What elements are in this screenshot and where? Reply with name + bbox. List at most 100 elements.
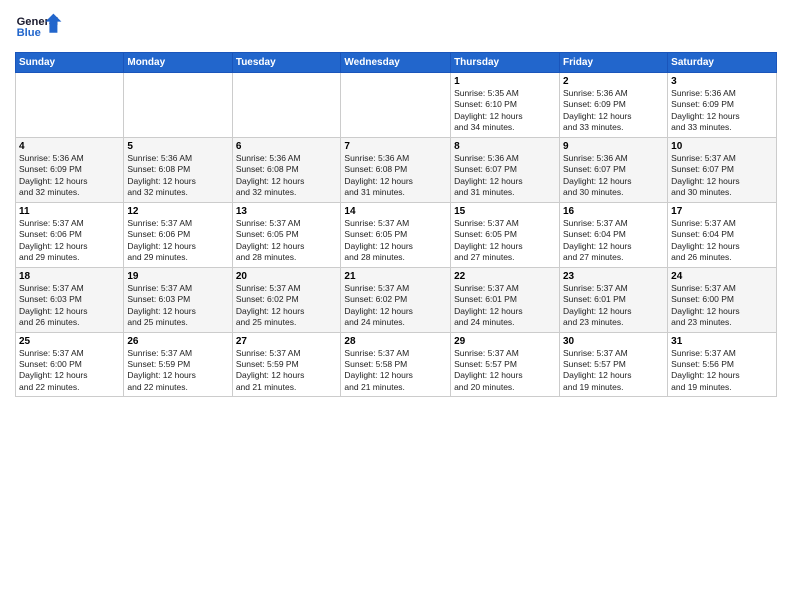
day-number: 31	[671, 336, 773, 347]
calendar-cell: 4Sunrise: 5:36 AM Sunset: 6:09 PM Daylig…	[16, 137, 124, 202]
day-info: Sunrise: 5:37 AM Sunset: 5:57 PM Dayligh…	[563, 348, 664, 394]
day-info: Sunrise: 5:36 AM Sunset: 6:09 PM Dayligh…	[19, 153, 120, 199]
day-info: Sunrise: 5:37 AM Sunset: 6:02 PM Dayligh…	[236, 283, 338, 329]
calendar-cell: 28Sunrise: 5:37 AM Sunset: 5:58 PM Dayli…	[341, 332, 451, 397]
weekday-header-thursday: Thursday	[451, 53, 560, 73]
day-info: Sunrise: 5:37 AM Sunset: 6:03 PM Dayligh…	[127, 283, 228, 329]
calendar-cell: 26Sunrise: 5:37 AM Sunset: 5:59 PM Dayli…	[124, 332, 232, 397]
calendar-cell: 27Sunrise: 5:37 AM Sunset: 5:59 PM Dayli…	[232, 332, 341, 397]
day-number: 5	[127, 141, 228, 152]
day-number: 10	[671, 141, 773, 152]
day-info: Sunrise: 5:37 AM Sunset: 6:01 PM Dayligh…	[454, 283, 556, 329]
calendar-cell: 13Sunrise: 5:37 AM Sunset: 6:05 PM Dayli…	[232, 202, 341, 267]
day-number: 28	[344, 336, 447, 347]
week-row-2: 4Sunrise: 5:36 AM Sunset: 6:09 PM Daylig…	[16, 137, 777, 202]
calendar-cell: 3Sunrise: 5:36 AM Sunset: 6:09 PM Daylig…	[668, 73, 777, 138]
day-info: Sunrise: 5:36 AM Sunset: 6:08 PM Dayligh…	[127, 153, 228, 199]
weekday-header-wednesday: Wednesday	[341, 53, 451, 73]
week-row-4: 18Sunrise: 5:37 AM Sunset: 6:03 PM Dayli…	[16, 267, 777, 332]
day-info: Sunrise: 5:37 AM Sunset: 5:59 PM Dayligh…	[236, 348, 338, 394]
calendar-cell: 6Sunrise: 5:36 AM Sunset: 6:08 PM Daylig…	[232, 137, 341, 202]
page: General Blue SundayMondayTuesdayWednesda…	[0, 0, 792, 612]
day-number: 12	[127, 206, 228, 217]
calendar-cell: 31Sunrise: 5:37 AM Sunset: 5:56 PM Dayli…	[668, 332, 777, 397]
calendar-cell	[124, 73, 232, 138]
week-row-1: 1Sunrise: 5:35 AM Sunset: 6:10 PM Daylig…	[16, 73, 777, 138]
weekday-header-friday: Friday	[560, 53, 668, 73]
day-info: Sunrise: 5:37 AM Sunset: 6:05 PM Dayligh…	[454, 218, 556, 264]
day-info: Sunrise: 5:37 AM Sunset: 6:02 PM Dayligh…	[344, 283, 447, 329]
day-info: Sunrise: 5:37 AM Sunset: 5:56 PM Dayligh…	[671, 348, 773, 394]
day-info: Sunrise: 5:37 AM Sunset: 6:01 PM Dayligh…	[563, 283, 664, 329]
weekday-header-row: SundayMondayTuesdayWednesdayThursdayFrid…	[16, 53, 777, 73]
day-info: Sunrise: 5:36 AM Sunset: 6:09 PM Dayligh…	[563, 88, 664, 134]
day-info: Sunrise: 5:37 AM Sunset: 6:07 PM Dayligh…	[671, 153, 773, 199]
calendar-cell	[232, 73, 341, 138]
calendar-cell	[341, 73, 451, 138]
day-number: 17	[671, 206, 773, 217]
day-info: Sunrise: 5:37 AM Sunset: 5:58 PM Dayligh…	[344, 348, 447, 394]
day-info: Sunrise: 5:37 AM Sunset: 6:00 PM Dayligh…	[19, 348, 120, 394]
day-info: Sunrise: 5:36 AM Sunset: 6:08 PM Dayligh…	[236, 153, 338, 199]
calendar-cell: 11Sunrise: 5:37 AM Sunset: 6:06 PM Dayli…	[16, 202, 124, 267]
day-info: Sunrise: 5:37 AM Sunset: 5:57 PM Dayligh…	[454, 348, 556, 394]
header: General Blue	[15, 10, 777, 46]
logo-icon: General Blue	[15, 10, 63, 46]
day-info: Sunrise: 5:37 AM Sunset: 6:04 PM Dayligh…	[671, 218, 773, 264]
day-number: 25	[19, 336, 120, 347]
day-info: Sunrise: 5:37 AM Sunset: 6:03 PM Dayligh…	[19, 283, 120, 329]
day-number: 9	[563, 141, 664, 152]
calendar-cell: 7Sunrise: 5:36 AM Sunset: 6:08 PM Daylig…	[341, 137, 451, 202]
calendar-table: SundayMondayTuesdayWednesdayThursdayFrid…	[15, 52, 777, 397]
week-row-3: 11 Sunrise: 5:37 AM Sunset: 6:06 PM Dayli…	[16, 202, 777, 267]
day-number: 4	[19, 141, 120, 152]
calendar-cell: 2Sunrise: 5:36 AM Sunset: 6:09 PM Daylig…	[560, 73, 668, 138]
day-number: 11	[19, 206, 120, 217]
day-info: Sunrise: 5:36 AM Sunset: 6:08 PM Dayligh…	[344, 153, 447, 199]
day-number: 30	[563, 336, 664, 347]
day-number: 27	[236, 336, 338, 347]
weekday-header-monday: Monday	[124, 53, 232, 73]
svg-text:Blue: Blue	[17, 27, 41, 39]
calendar-cell: 10Sunrise: 5:37 AM Sunset: 6:07 PM Dayli…	[668, 137, 777, 202]
day-number: 20	[236, 271, 338, 282]
day-number: 13	[236, 206, 338, 217]
calendar-cell: 15Sunrise: 5:37 AM Sunset: 6:05 PM Dayli…	[451, 202, 560, 267]
day-number: 22	[454, 271, 556, 282]
day-info: Sunrise: 5:37 AM Sunset: 6:00 PM Dayligh…	[671, 283, 773, 329]
calendar-cell: 18Sunrise: 5:37 AM Sunset: 6:03 PM Dayli…	[16, 267, 124, 332]
calendar-cell: 19Sunrise: 5:37 AM Sunset: 6:03 PM Dayli…	[124, 267, 232, 332]
calendar-cell: 23Sunrise: 5:37 AM Sunset: 6:01 PM Dayli…	[560, 267, 668, 332]
calendar-cell: 25Sunrise: 5:37 AM Sunset: 6:00 PM Dayli…	[16, 332, 124, 397]
calendar-cell: 24Sunrise: 5:37 AM Sunset: 6:00 PM Dayli…	[668, 267, 777, 332]
day-number: 16	[563, 206, 664, 217]
day-info: Sunrise: 5:37 AM Sunset: 6:04 PM Dayligh…	[563, 218, 664, 264]
calendar-cell: 14Sunrise: 5:37 AM Sunset: 6:05 PM Dayli…	[341, 202, 451, 267]
calendar-cell: 20Sunrise: 5:37 AM Sunset: 6:02 PM Dayli…	[232, 267, 341, 332]
calendar-cell: 1Sunrise: 5:35 AM Sunset: 6:10 PM Daylig…	[451, 73, 560, 138]
weekday-header-sunday: Sunday	[16, 53, 124, 73]
logo: General Blue	[15, 10, 63, 46]
day-info: Sunrise: 5:37 AM Sunset: 6:06 PM Dayligh…	[127, 218, 228, 264]
calendar-cell: 12Sunrise: 5:37 AM Sunset: 6:06 PM Dayli…	[124, 202, 232, 267]
day-info: Sunrise: 5:37 AM Sunset: 6:05 PM Dayligh…	[236, 218, 338, 264]
day-number: 26	[127, 336, 228, 347]
day-number: 19	[127, 271, 228, 282]
day-number: 29	[454, 336, 556, 347]
day-number: 3	[671, 76, 773, 87]
calendar-cell: 30Sunrise: 5:37 AM Sunset: 5:57 PM Dayli…	[560, 332, 668, 397]
day-number: 1	[454, 76, 556, 87]
day-info: Sunrise: 5:37 AM Sunset: 6:05 PM Dayligh…	[344, 218, 447, 264]
day-number: 21	[344, 271, 447, 282]
day-number: 7	[344, 141, 447, 152]
calendar-cell: 5Sunrise: 5:36 AM Sunset: 6:08 PM Daylig…	[124, 137, 232, 202]
day-number: 23	[563, 271, 664, 282]
day-info: Sunrise: 5:36 AM Sunset: 6:07 PM Dayligh…	[563, 153, 664, 199]
week-row-5: 25Sunrise: 5:37 AM Sunset: 6:00 PM Dayli…	[16, 332, 777, 397]
day-number: 2	[563, 76, 664, 87]
calendar-cell: 29Sunrise: 5:37 AM Sunset: 5:57 PM Dayli…	[451, 332, 560, 397]
calendar-cell: 9Sunrise: 5:36 AM Sunset: 6:07 PM Daylig…	[560, 137, 668, 202]
calendar-cell: 17Sunrise: 5:37 AM Sunset: 6:04 PM Dayli…	[668, 202, 777, 267]
day-number: 15	[454, 206, 556, 217]
day-info: Sunrise: 5:36 AM Sunset: 6:07 PM Dayligh…	[454, 153, 556, 199]
